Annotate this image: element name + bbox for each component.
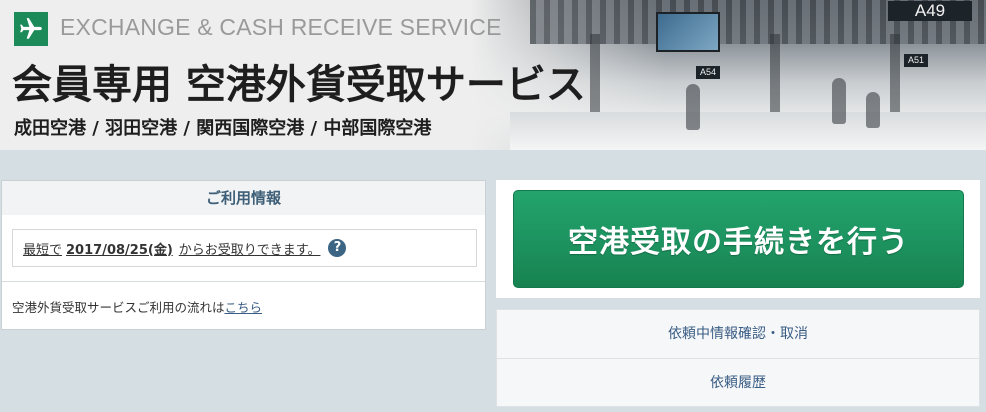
request-nav-list: 依頼中情報確認・取消 依頼履歴: [496, 309, 980, 407]
flight-info-screen: [656, 12, 720, 52]
earliest-date: 2017/08/25(金): [66, 242, 173, 258]
earliest-pickup-notice: 最短で 2017/08/25(金) からお受取りできます。 ?: [12, 229, 477, 267]
airplane-icon: [14, 12, 48, 46]
earliest-prefix: 最短で 2017/08/25(金) からお受取りできます。: [23, 242, 321, 258]
usage-info-heading: ご利用情報: [2, 181, 485, 215]
service-flow-text: 空港外貨受取サービスご利用の流れはこちら: [12, 300, 263, 315]
nav-item-request-history[interactable]: 依頼履歴: [497, 358, 979, 406]
usage-info-panel: ご利用情報 最短で 2017/08/25(金) からお受取りできます。 ? 空港外貨…: [1, 180, 486, 330]
airport-list: 成田空港 / 羽田空港 / 関西国際空港 / 中部国際空港: [14, 118, 432, 139]
gate-sign: A49: [888, 1, 972, 21]
start-airport-pickup-button[interactable]: 空港受取の手続きを行う: [513, 190, 964, 288]
cta-container: 空港受取の手続きを行う: [496, 180, 980, 298]
service-flow-link[interactable]: こちら: [225, 300, 263, 315]
service-title-english: EXCHANGE & CASH RECEIVE SERVICE: [60, 14, 502, 40]
service-title-japanese: 会員専用 空港外貨受取サービス: [12, 62, 586, 108]
gate-sign-small: A51: [904, 54, 929, 67]
gate-sign-small: A54: [696, 66, 721, 79]
earliest-suffix: からお受取りできます。: [178, 242, 321, 258]
question-circle-icon[interactable]: ?: [328, 239, 347, 257]
nav-item-pending-requests[interactable]: 依頼中情報確認・取消: [497, 310, 979, 358]
header-banner: A54 A51 A49 EXCHANGE & CASH RECEIVE SERV…: [0, 0, 986, 150]
divider: [2, 281, 485, 282]
